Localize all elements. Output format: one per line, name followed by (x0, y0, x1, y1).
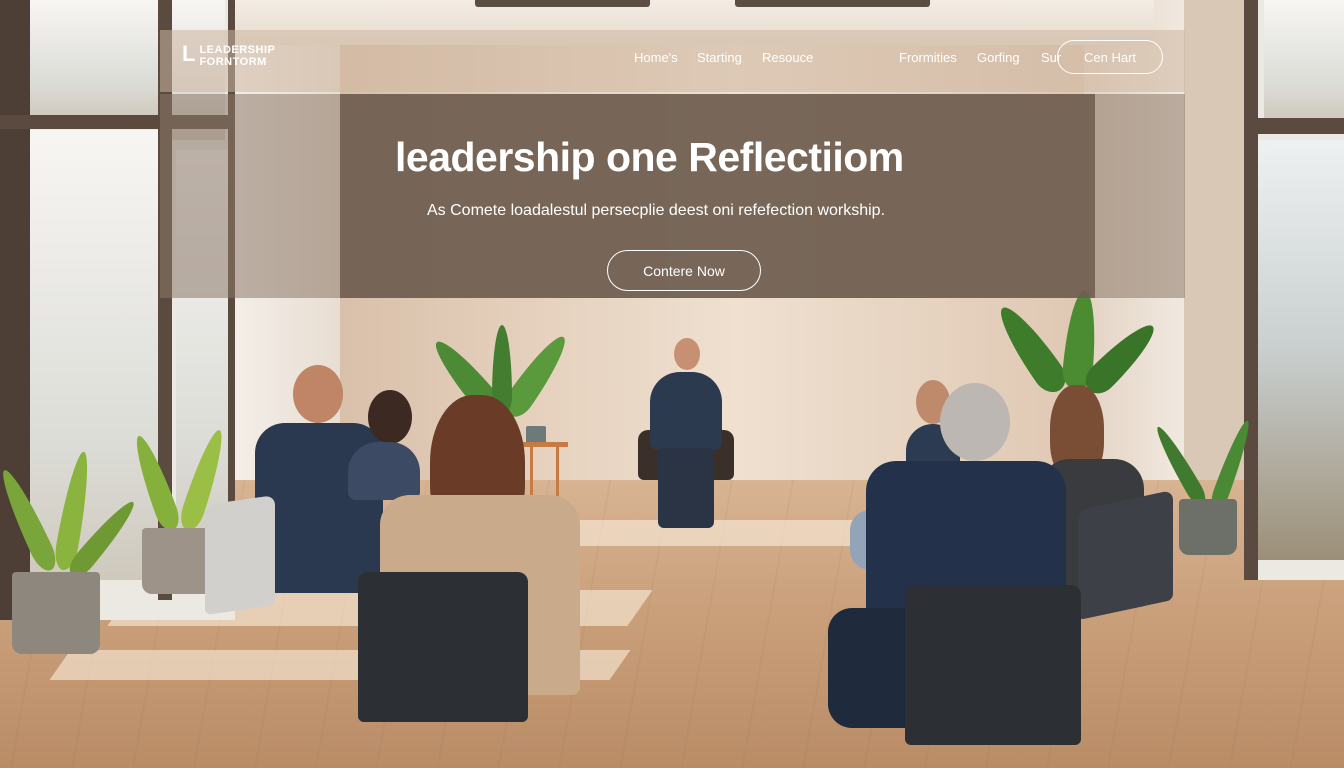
hero-cta-button[interactable]: Contere Now (607, 250, 761, 291)
window-frame (1244, 118, 1344, 134)
nav-link-starting[interactable]: Starting (697, 50, 742, 65)
top-navigation-bar: L LEADERSHIP FORNTORM Home's Starting Re… (160, 30, 1185, 92)
chair (205, 495, 275, 615)
head (674, 338, 700, 370)
logo-text-line-1: LEADERSHIP (199, 44, 276, 56)
potted-plant (0, 440, 141, 660)
head (940, 383, 1010, 461)
logo-text: LEADERSHIP FORNTORM (199, 44, 275, 68)
nav-cta-button[interactable]: Cen Hart (1057, 40, 1163, 74)
suit-jacket (650, 372, 722, 450)
nav-link-home[interactable]: Home's (634, 50, 678, 65)
ceiling-light (735, 0, 930, 7)
window-pane (1264, 0, 1344, 120)
leaf (0, 465, 61, 575)
logo-text-line-2: FORNTORM (199, 56, 267, 68)
hero-subtitle: As Comete loadalestul persecplie deest o… (427, 202, 886, 219)
nav-link-gorfing[interactable]: Gorfing (977, 50, 1020, 65)
plant-pot (1179, 499, 1237, 555)
trousers (658, 448, 714, 528)
chair (905, 585, 1081, 745)
chair (1078, 489, 1173, 621)
logo-mark: L (182, 41, 196, 66)
head (293, 365, 343, 423)
plant-pot (12, 572, 100, 654)
window-pane (1258, 140, 1344, 560)
facilitator (636, 338, 736, 538)
nav-link-frormities[interactable]: Frormities (899, 50, 957, 65)
hero-title: leadership one Reflectiiom (395, 134, 904, 180)
brand-logo[interactable]: L LEADERSHIP FORNTORM (182, 41, 275, 69)
ceiling-light (475, 0, 650, 7)
chair (358, 572, 528, 722)
nav-link-resouce[interactable]: Resouce (762, 50, 813, 65)
window-pane (30, 0, 158, 118)
leaf (128, 432, 184, 534)
